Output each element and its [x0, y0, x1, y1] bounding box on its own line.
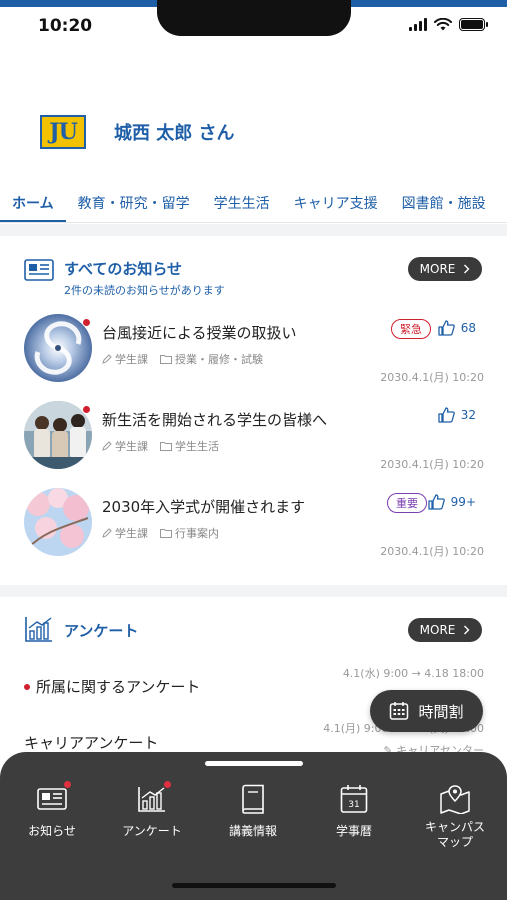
nav-badge	[63, 780, 72, 789]
chevron-right-icon	[464, 264, 470, 274]
survey-header: アンケート	[24, 617, 139, 642]
calendar-day: 31	[348, 800, 359, 810]
nav-news[interactable]: お知らせ	[2, 780, 102, 839]
thumbs-up-icon	[438, 407, 455, 423]
chevron-right-icon	[464, 625, 470, 635]
more-label: MORE	[419, 262, 456, 276]
like-button[interactable]: 32	[438, 407, 476, 423]
section-divider	[0, 224, 507, 236]
book-icon	[236, 782, 270, 816]
unread-indicator	[82, 318, 91, 327]
notice-date: 2030.4.1(月) 10:20	[380, 371, 484, 384]
more-label: MORE	[419, 623, 456, 637]
calendar-grid-icon	[390, 702, 409, 720]
pencil-icon	[102, 441, 112, 451]
category-tabs: ホーム 教育・研究・留学 学生生活 キャリア支援 図書館・施設	[0, 183, 507, 223]
sheet-grabber[interactable]	[205, 761, 303, 766]
timetable-button[interactable]: 時間割	[370, 690, 483, 732]
unread-indicator	[82, 405, 91, 414]
battery-icon	[459, 18, 488, 31]
notice-meta: 学生課 行事案内	[102, 525, 219, 541]
device-notch	[157, 0, 351, 36]
notice-date: 2030.4.1(月) 10:20	[380, 545, 484, 558]
nav-label: 講義情報	[228, 824, 277, 838]
tab-library[interactable]: 図書館・施設	[390, 183, 498, 222]
university-logo: JU	[40, 115, 86, 149]
tab-education[interactable]: 教育・研究・留学	[66, 183, 202, 222]
survey-item-title: キャリアアンケート	[24, 734, 159, 752]
nav-survey[interactable]: アンケート	[102, 780, 202, 839]
survey-title: アンケート	[64, 622, 139, 640]
folder-icon	[160, 442, 172, 451]
like-count: 32	[460, 408, 476, 422]
timetable-label: 時間割	[418, 702, 464, 721]
thumbs-up-icon	[438, 320, 455, 336]
like-count: 99+	[450, 495, 476, 509]
notice-item[interactable]: 新生活を開始される学生の皆様へ 32 学生課 学生生活 2030.4.1(月) …	[24, 401, 484, 487]
user-greeting: 城西 太郎 さん	[114, 123, 235, 144]
tab-student-life[interactable]: 学生生活	[202, 183, 282, 222]
status-time: 10:20	[38, 16, 93, 36]
notice-date: 2030.4.1(月) 10:20	[380, 458, 484, 471]
nav-label: アンケート	[122, 824, 182, 838]
notices-more-button[interactable]: MORE	[408, 257, 482, 281]
nav-label: キャンパス マップ	[424, 820, 485, 849]
notice-department: 学生課	[102, 525, 148, 541]
notices-unread-summary: 2件の未読のお知らせがあります	[64, 284, 225, 297]
thumbs-up-icon	[428, 494, 445, 510]
chart-icon	[135, 780, 172, 816]
survey-item-title: 所属に関するアンケート	[24, 676, 200, 697]
notice-item[interactable]: 2030年入学式が開催されます 重要 99+ 学生課 行事案内 2030.4.1…	[24, 488, 484, 574]
like-button[interactable]: 68	[438, 320, 476, 336]
notice-meta: 学生課 授業・履修・試験	[102, 351, 263, 367]
like-button[interactable]: 99+	[428, 494, 476, 510]
header-brand: JU 城西 太郎 さん	[40, 115, 235, 149]
chart-icon	[24, 617, 54, 642]
survey-more-button[interactable]: MORE	[408, 618, 482, 642]
nav-lectures[interactable]: 講義情報	[203, 782, 303, 839]
tab-home[interactable]: ホーム	[0, 183, 66, 222]
nav-campus-map[interactable]: キャンパス マップ	[405, 782, 505, 850]
cellular-signal-icon	[409, 18, 427, 31]
calendar-icon: 31	[337, 782, 371, 816]
notice-title: 新生活を開始される学生の皆様へ	[102, 411, 328, 429]
pencil-icon	[102, 354, 112, 364]
nav-label: お知らせ	[28, 824, 76, 838]
folder-icon	[160, 529, 172, 538]
notice-category: 学生生活	[160, 438, 219, 454]
urgent-badge: 緊急	[391, 319, 431, 339]
notice-item[interactable]: 台風接近による授業の取扱い 緊急 68 学生課 授業・履修・試験 2030.4.…	[24, 314, 484, 400]
notice-title: 2030年入学式が開催されます	[102, 498, 306, 516]
nav-label: 学事暦	[335, 824, 372, 838]
notices-title: すべてのお知らせ	[64, 260, 183, 278]
notice-department: 学生課	[102, 438, 148, 454]
unanswered-indicator	[24, 683, 30, 690]
notice-category: 授業・履修・試験	[160, 351, 263, 367]
news-icon	[24, 258, 54, 282]
notice-department: 学生課	[102, 351, 148, 367]
pencil-icon	[102, 528, 112, 538]
notice-title: 台風接近による授業の取扱い	[102, 324, 297, 342]
folder-icon	[160, 355, 172, 364]
bottom-navigation: お知らせ アンケート 講義情報 31 学事暦 キャンパス マップ	[0, 752, 507, 900]
wifi-icon	[434, 18, 452, 31]
like-count: 68	[460, 321, 476, 335]
nav-badge	[163, 780, 172, 789]
notice-meta: 学生課 学生生活	[102, 438, 219, 454]
notice-category: 行事案内	[160, 525, 219, 541]
home-indicator[interactable]	[172, 883, 336, 888]
important-badge: 重要	[387, 493, 427, 513]
section-divider	[0, 585, 507, 597]
news-icon	[35, 780, 72, 816]
survey-period: 4.1(水) 9:00 → 4.18 18:00	[342, 667, 484, 680]
tab-career[interactable]: キャリア支援	[282, 183, 390, 222]
map-icon	[438, 782, 472, 816]
status-icons	[409, 18, 488, 31]
notices-header: すべてのお知らせ 2件の未読のお知らせがあります	[24, 258, 225, 298]
nav-academic-calendar[interactable]: 31 学事暦	[304, 782, 404, 839]
notice-thumbnail-cherry-blossoms	[24, 488, 92, 556]
